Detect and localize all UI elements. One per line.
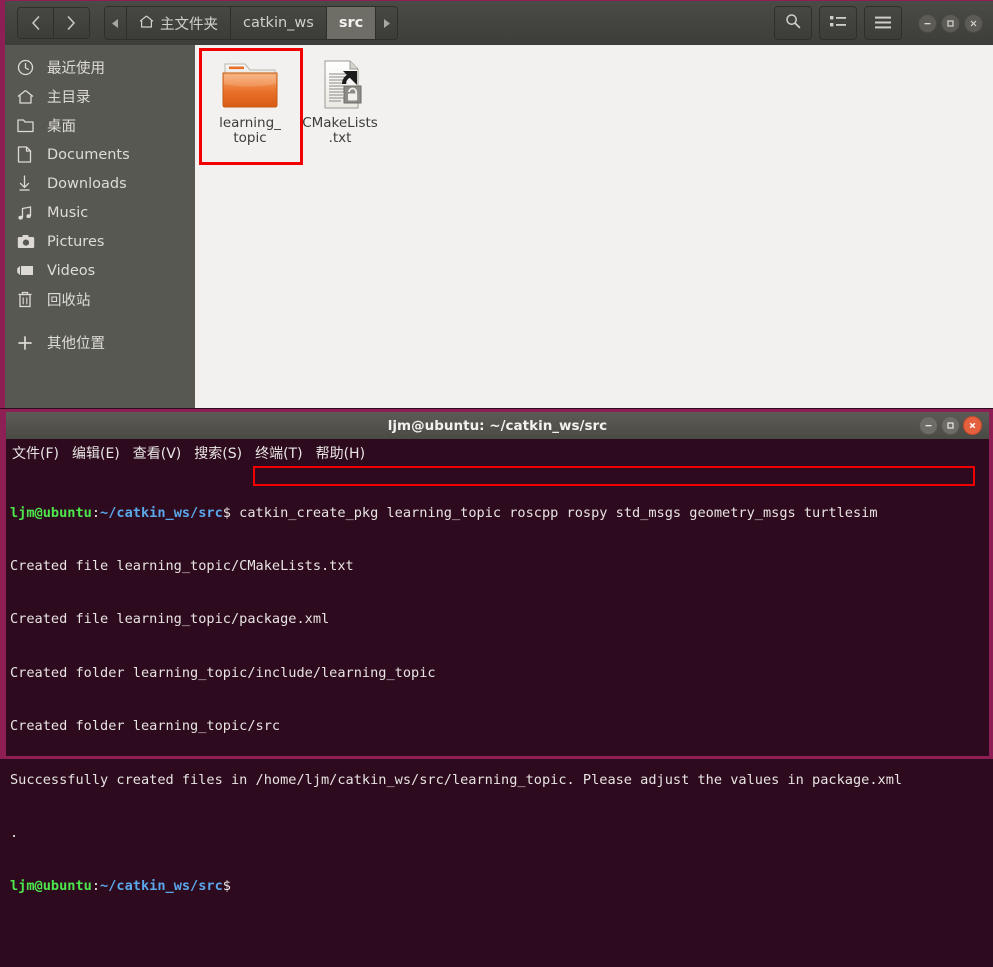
clock-icon [17, 59, 47, 76]
file-manager-toolbar: 主文件夹 catkin_ws src [5, 1, 993, 46]
prompt-user: ljm@ubuntu [10, 504, 92, 521]
terminal-output-line: Created file learning_topic/package.xml [10, 611, 330, 628]
download-icon [17, 175, 47, 192]
maximize-button[interactable] [941, 13, 960, 33]
terminal-line-prompt: ljm@ubuntu:~/catkin_ws/src$ [10, 878, 985, 896]
back-button[interactable] [18, 8, 54, 38]
terminal-screen[interactable]: ljm@ubuntu:~/catkin_ws/src$ catkin_creat… [6, 466, 989, 967]
terminal-title-bar[interactable]: ljm@ubuntu: ~/catkin_ws/src [6, 412, 989, 439]
view-toggle-button[interactable] [819, 6, 857, 40]
forward-button[interactable] [54, 8, 89, 38]
file-item-cmakelists[interactable]: CMakeLists .txt [292, 58, 388, 146]
close-button[interactable] [964, 13, 983, 33]
breadcrumb-item-home[interactable]: 主文件夹 [127, 7, 231, 39]
sidebar-item-recent[interactable]: 最近使用 [5, 53, 195, 82]
sidebar-item-label: Videos [47, 262, 96, 279]
sidebar-item-videos[interactable]: Videos [5, 256, 195, 285]
home-icon [139, 15, 154, 32]
sidebar-item-other-locations[interactable]: 其他位置 [5, 328, 195, 357]
menu-item-file[interactable]: 文件(F) [12, 443, 59, 463]
breadcrumb-label: catkin_ws [243, 15, 314, 31]
trash-icon [17, 291, 47, 308]
sidebar-item-label: 桌面 [47, 119, 76, 135]
breadcrumb-item-src[interactable]: src [326, 7, 377, 39]
prompt-path: ~/catkin_ws/src [100, 504, 223, 521]
menu-item-search[interactable]: 搜索(S) [194, 443, 242, 463]
terminal-window: ljm@ubuntu: ~/catkin_ws/src 文件(F) 编辑(E) … [0, 409, 993, 894]
sidebar-item-home[interactable]: 主目录 [5, 82, 195, 111]
folder-icon [202, 58, 298, 111]
video-icon [17, 264, 47, 277]
file-item-label: CMakeLists .txt [302, 115, 378, 146]
folder-icon [17, 118, 47, 133]
terminal-output-line: Created folder learning_topic/src [10, 718, 281, 735]
menu-button[interactable] [864, 6, 902, 40]
music-note-icon [17, 205, 47, 221]
terminal-maximize-button[interactable] [941, 416, 960, 435]
sidebar-item-label: Music [47, 204, 89, 221]
file-grid[interactable]: learning_ topic CMakeLists .txt [195, 45, 993, 408]
terminal-output-line: Successfully created files in /home/ljm/… [10, 771, 903, 788]
menu-item-terminal[interactable]: 终端(T) [255, 443, 302, 463]
breadcrumb-scroll-right[interactable] [376, 7, 398, 39]
sidebar-item-label: 最近使用 [47, 61, 105, 77]
terminal-close-button[interactable] [963, 416, 982, 435]
navigation-button-group [17, 7, 90, 39]
breadcrumb-scroll-left[interactable] [105, 7, 127, 39]
sidebar-item-label: Documents [47, 146, 130, 163]
terminal-title: ljm@ubuntu: ~/catkin_ws/src [387, 417, 608, 434]
terminal-output-line: Created file learning_topic/CMakeLists.t… [10, 557, 354, 574]
sidebar-item-label: Downloads [47, 175, 127, 192]
sidebar-item-label: 主目录 [47, 90, 91, 106]
file-manager-window: 主文件夹 catkin_ws src 最近使用 主目录 桌面 Documents… [0, 0, 993, 408]
terminal-output-line: . [10, 824, 19, 841]
hamburger-menu-icon [875, 14, 891, 33]
prompt-user: ljm@ubuntu [10, 878, 92, 895]
annotation-rect-command [253, 466, 975, 486]
sidebar-item-label: Pictures [47, 233, 105, 250]
sidebar: 最近使用 主目录 桌面 Documents Downloads Music Pi… [5, 45, 195, 408]
prompt-separator: : [91, 504, 101, 521]
file-item-learning-topic[interactable]: learning_ topic [202, 58, 298, 146]
sidebar-item-desktop[interactable]: 桌面 [5, 111, 195, 140]
breadcrumb-label: src [338, 15, 364, 31]
minimize-button[interactable] [918, 13, 937, 33]
terminal-line-command: ljm@ubuntu:~/catkin_ws/src$ catkin_creat… [10, 505, 985, 523]
prompt-separator: : [91, 878, 101, 895]
terminal-output-line: Created folder learning_topic/include/le… [10, 664, 436, 681]
list-view-icon [830, 14, 846, 33]
file-manager-body: 最近使用 主目录 桌面 Documents Downloads Music Pi… [5, 45, 993, 408]
terminal-command: catkin_create_pkg learning_topic roscpp … [239, 504, 878, 521]
sidebar-item-documents[interactable]: Documents [5, 140, 195, 169]
terminal-menu-bar: 文件(F) 编辑(E) 查看(V) 搜索(S) 终端(T) 帮助(H) [6, 439, 989, 466]
sidebar-item-music[interactable]: Music [5, 198, 195, 227]
search-button[interactable] [774, 6, 812, 40]
breadcrumb: 主文件夹 catkin_ws src [104, 6, 399, 40]
window-controls [914, 13, 983, 33]
sidebar-separator [5, 314, 195, 328]
menu-item-view[interactable]: 查看(V) [133, 443, 182, 463]
text-file-icon [292, 58, 388, 111]
terminal-window-controls [916, 412, 982, 439]
plus-icon [17, 335, 47, 351]
sidebar-item-downloads[interactable]: Downloads [5, 169, 195, 198]
prompt-path: ~/catkin_ws/src [100, 878, 223, 895]
sidebar-item-label: 其他位置 [47, 336, 105, 352]
camera-icon [17, 234, 47, 249]
prompt-dollar: $ [222, 878, 231, 895]
sidebar-item-label: 回收站 [47, 293, 91, 309]
menu-item-edit[interactable]: 编辑(E) [72, 443, 120, 463]
breadcrumb-label: 主文件夹 [160, 16, 218, 33]
menu-item-help[interactable]: 帮助(H) [316, 443, 365, 463]
terminal-minimize-button[interactable] [919, 416, 938, 435]
breadcrumb-item-catkin-ws[interactable]: catkin_ws [231, 7, 327, 39]
sidebar-item-pictures[interactable]: Pictures [5, 227, 195, 256]
toolbar-right-group [767, 6, 993, 40]
search-icon [785, 13, 801, 33]
document-icon [17, 146, 47, 163]
file-item-label: learning_ topic [219, 115, 281, 146]
prompt-dollar: $ [222, 504, 240, 521]
sidebar-item-trash[interactable]: 回收站 [5, 285, 195, 314]
home-icon [17, 89, 47, 105]
